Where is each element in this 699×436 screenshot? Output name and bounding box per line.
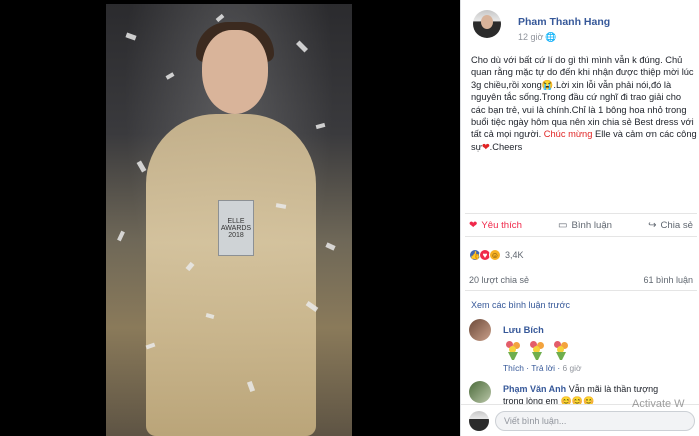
comment-body-continued: trong lòng em 😊😊😊 [503,396,595,404]
commenter-avatar[interactable] [469,319,491,341]
commenter-avatar[interactable] [469,381,491,403]
commenter-name[interactable]: Lưu Bích [503,325,544,335]
post-header: Pham Thanh Hang 12 giờ 🌐 [473,10,698,44]
comment-body: Vẫn mãi là thần tượng [568,384,659,394]
composer-avatar [469,411,489,431]
photo-dress [146,114,316,436]
comment-input[interactable]: Viết bình luận... [495,411,695,431]
share-icon: ↪ [648,219,657,231]
reaction-summary[interactable]: 👍 ♥ ☺ 3,4K [469,249,524,261]
globe-icon: 🌐 [545,32,557,42]
comment-like-link[interactable]: Thích [503,363,524,373]
like-button[interactable]: ❤ Yêu thích [469,220,522,231]
share-button[interactable]: ↪ Chia sẻ [648,220,693,231]
trophy-line-2: AWARDS [220,225,252,232]
heart-icon: ❤ [469,219,478,231]
heart-icon: ❤ [481,141,490,152]
photo-post-viewer: ELLE AWARDS 2018 Pham Thanh Hang 12 giờ [0,0,699,436]
comment-text: Phạm Văn Anh Vẫn mãi là thần tượng [503,384,699,394]
post-text-body: Cho dù với bất cứ lí do gì thì mình vẫn … [471,55,694,140]
commenter-name[interactable]: Phạm Văn Anh [503,384,566,394]
trophy-label: ELLE AWARDS 2018 [220,218,252,239]
comment-button[interactable]: ▭ Bình luận [558,220,612,231]
trophy-line-3: 2018 [228,232,244,239]
author-name[interactable]: Pham Thanh Hang [518,16,610,28]
comment-meta: Thích · Trả lời · 6 giờ [503,363,582,373]
media-viewer: ELLE AWARDS 2018 [0,0,460,436]
share-count[interactable]: 20 lượt chia sẻ [469,275,529,285]
post-time[interactable]: 12 giờ [518,32,543,42]
divider [465,290,697,291]
bouquet-icon [551,340,571,360]
comment-time: 6 giờ [562,363,582,373]
haha-reaction-icon: ☺ [489,249,501,261]
post-panel: Pham Thanh Hang 12 giờ 🌐 Cho dù với bất … [460,0,699,436]
post-text: Cho dù với bất cứ lí do gì thì mình vẫn … [471,54,697,153]
comment-reply-link[interactable]: Trả lời [531,363,555,373]
post-text-highlight: Chúc mừng [543,129,593,140]
action-bar: ❤ Yêu thích ▭ Bình luận ↪ Chia sẻ [465,213,697,237]
bouquet-icon [527,340,547,360]
bouquet-stickers [503,340,571,360]
share-label: Chia sẻ [660,219,693,231]
comment-icon: ▭ [558,219,568,231]
post-text-end: .Cheers [489,141,523,152]
photo-face [202,30,268,114]
reaction-count: 3,4K [505,250,524,260]
view-previous-comments-link[interactable]: Xem các bình luận trước [471,300,570,310]
comment-label: Bình luận [571,219,612,231]
comment-count[interactable]: 61 bình luận [643,275,693,285]
post-photo[interactable]: ELLE AWARDS 2018 [106,4,352,436]
trophy-line-1: ELLE [227,218,245,225]
author-avatar[interactable] [473,10,501,38]
like-label: Yêu thích [481,219,522,231]
bouquet-icon [503,340,523,360]
avatar-face [481,15,493,29]
activate-windows-watermark: Activate W [632,398,685,410]
